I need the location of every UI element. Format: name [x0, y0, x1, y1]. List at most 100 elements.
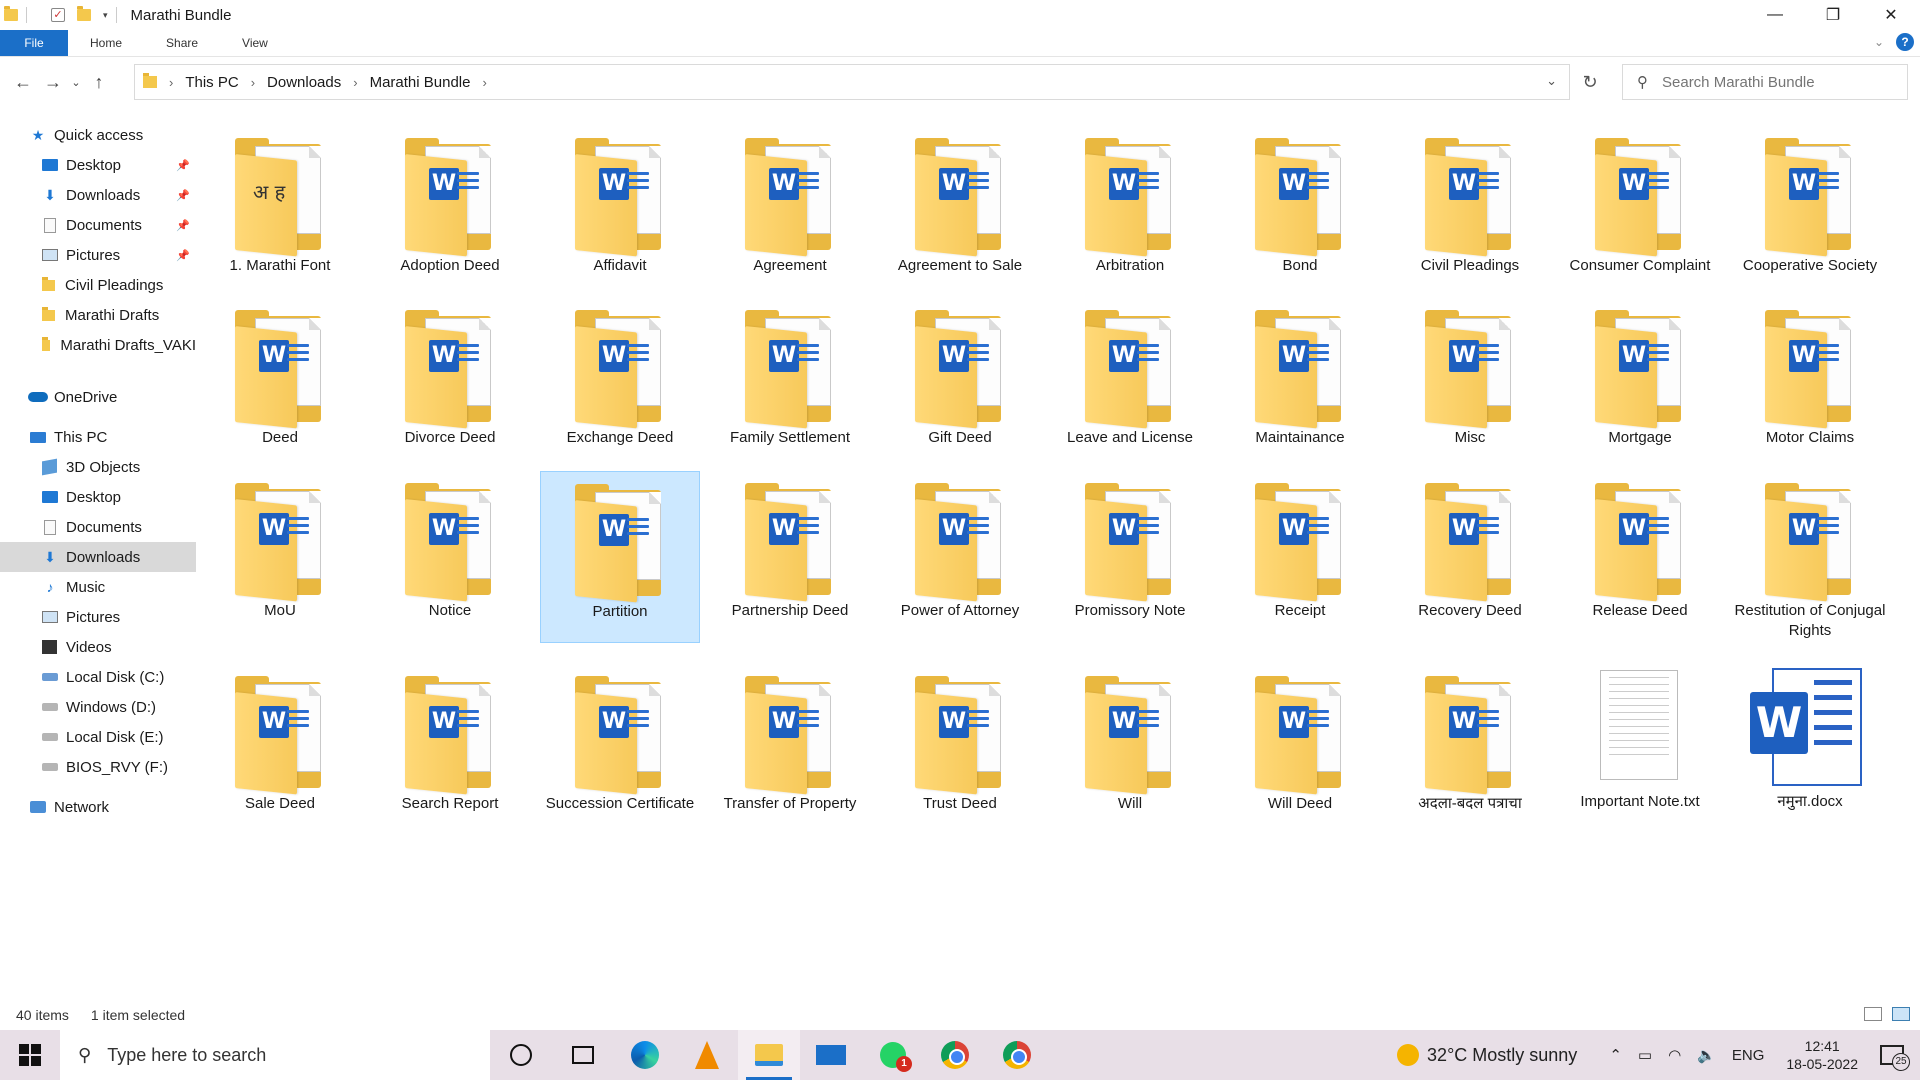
file-item-motor-claims[interactable]: W Motor Claims	[1730, 304, 1890, 448]
sidebar-item-videos[interactable]: Videos	[0, 632, 196, 662]
file-item-civil-pleadings[interactable]: W Civil Pleadings	[1390, 132, 1550, 276]
taskbar-app-edge[interactable]	[614, 1030, 676, 1080]
taskbar-app-mail[interactable]	[800, 1030, 862, 1080]
sidebar-item-onedrive[interactable]: OneDrive	[0, 382, 196, 412]
language-indicator[interactable]: ENG	[1732, 1047, 1765, 1064]
notification-icon[interactable]: 25	[1880, 1045, 1910, 1071]
volume-icon[interactable]: 🔈	[1697, 1046, 1716, 1064]
new-folder-icon[interactable]	[77, 6, 91, 21]
back-icon[interactable]: ←	[8, 67, 38, 97]
file-item-promissory-note[interactable]: W Promissory Note	[1050, 477, 1210, 621]
forward-icon[interactable]: →	[38, 67, 68, 97]
start-button[interactable]	[0, 1030, 60, 1080]
large-icons-view-icon[interactable]	[1892, 1007, 1910, 1021]
chevron-right-icon[interactable]: ›	[251, 75, 255, 90]
file-item-cooperative-society[interactable]: W Cooperative Society	[1730, 132, 1890, 276]
file-item-transfer-of-property[interactable]: W Transfer of Property	[710, 670, 870, 814]
help-icon[interactable]: ?	[1896, 33, 1914, 51]
file-item-affidavit[interactable]: W Affidavit	[540, 132, 700, 276]
tab-home[interactable]: Home	[68, 30, 144, 56]
weather-text[interactable]: 32°C Mostly sunny	[1427, 1045, 1577, 1066]
file-item-deed[interactable]: W Deed	[200, 304, 360, 448]
file-item-exchange-deed[interactable]: W Exchange Deed	[540, 304, 700, 448]
file-item-agreement-to-sale[interactable]: W Agreement to Sale	[880, 132, 1040, 276]
file-item-partnership-deed[interactable]: W Partnership Deed	[710, 477, 870, 621]
file-item-notice[interactable]: W Notice	[370, 477, 530, 621]
file-item-mou[interactable]: W MoU	[200, 477, 360, 621]
file-item-will[interactable]: W Will	[1050, 670, 1210, 814]
file-item-succession-certificate[interactable]: W Succession Certificate	[540, 670, 700, 814]
file-item-docx[interactable]: W नमुना.docx	[1730, 668, 1890, 812]
file-item-leave-and-license[interactable]: W Leave and License	[1050, 304, 1210, 448]
file-item-important-note-txt[interactable]: Important Note.txt	[1560, 670, 1720, 812]
sidebar-item-marathi-drafts[interactable]: Marathi Drafts	[0, 300, 196, 330]
taskbar-search[interactable]: ⚲ Type here to search	[60, 1030, 490, 1080]
file-item-consumer-complaint[interactable]: W Consumer Complaint	[1560, 132, 1720, 276]
close-button[interactable]: ✕	[1862, 0, 1920, 30]
tab-file[interactable]: File	[0, 30, 68, 56]
breadcrumb-this-pc[interactable]: This PC	[185, 74, 238, 91]
properties-icon[interactable]: ✓	[51, 8, 65, 22]
sidebar-item-pictures-pc[interactable]: Pictures	[0, 602, 196, 632]
sidebar-item-desktop-pc[interactable]: Desktop	[0, 482, 196, 512]
address-bar[interactable]: › This PC › Downloads › Marathi Bundle ›…	[134, 64, 1570, 100]
sidebar-item-music[interactable]: ♪ Music	[0, 572, 196, 602]
details-view-icon[interactable]	[1864, 1007, 1882, 1021]
maximize-button[interactable]: ❐	[1804, 0, 1862, 30]
file-item-bond[interactable]: W Bond	[1220, 132, 1380, 276]
file-item-recovery-deed[interactable]: W Recovery Deed	[1390, 477, 1550, 621]
sidebar-item-network[interactable]: Network	[0, 792, 196, 822]
chevron-up-icon[interactable]: ⌃	[1609, 1046, 1622, 1064]
file-item-agreement[interactable]: W Agreement	[710, 132, 870, 276]
task-view-button[interactable]	[552, 1030, 614, 1080]
file-item-release-deed[interactable]: W Release Deed	[1560, 477, 1720, 621]
chevron-right-icon[interactable]: ›	[483, 75, 487, 90]
sidebar-item-quick-access[interactable]: ★ Quick access	[0, 120, 196, 150]
tab-share[interactable]: Share	[144, 30, 220, 56]
file-item-mortgage[interactable]: W Mortgage	[1560, 304, 1720, 448]
taskbar-app-chrome-profile[interactable]	[986, 1030, 1048, 1080]
file-item-1-marathi-font[interactable]: अ ह 1. Marathi Font	[200, 132, 360, 276]
file-item-gift-deed[interactable]: W Gift Deed	[880, 304, 1040, 448]
chevron-down-icon[interactable]: ⌄	[1546, 73, 1557, 89]
wifi-icon[interactable]: ◠	[1668, 1046, 1681, 1064]
sidebar-item-documents-pc[interactable]: Documents	[0, 512, 196, 542]
file-item-maintainance[interactable]: W Maintainance	[1220, 304, 1380, 448]
file-item-divorce-deed[interactable]: W Divorce Deed	[370, 304, 530, 448]
file-item-power-of-attorney[interactable]: W Power of Attorney	[880, 477, 1040, 621]
sidebar-item-pictures[interactable]: Pictures 📌	[0, 240, 196, 270]
search-box[interactable]: ⚲	[1622, 64, 1908, 100]
file-item-partition[interactable]: W Partition	[540, 471, 700, 643]
file-item-search-report[interactable]: W Search Report	[370, 670, 530, 814]
file-item-arbitration[interactable]: W Arbitration	[1050, 132, 1210, 276]
customize-toolbar-icon[interactable]: ▾	[103, 10, 108, 21]
taskbar-app-whatsapp[interactable]: 1	[862, 1030, 924, 1080]
taskbar-app-vlc[interactable]	[676, 1030, 738, 1080]
file-item-receipt[interactable]: W Receipt	[1220, 477, 1380, 621]
expand-ribbon-icon[interactable]: ⌄	[1874, 35, 1884, 49]
up-icon[interactable]: ↑	[84, 67, 114, 97]
battery-icon[interactable]: ▭	[1638, 1046, 1652, 1064]
minimize-button[interactable]: —	[1746, 0, 1804, 30]
sidebar-item-this-pc[interactable]: This PC	[0, 422, 196, 452]
chevron-right-icon[interactable]: ›	[169, 75, 173, 90]
refresh-icon[interactable]: ↻	[1572, 64, 1608, 100]
sidebar-item-documents[interactable]: Documents 📌	[0, 210, 196, 240]
file-item-will-deed[interactable]: W Will Deed	[1220, 670, 1380, 814]
sidebar-item-local-disk-e[interactable]: Local Disk (E:)	[0, 722, 196, 752]
breadcrumb-downloads[interactable]: Downloads	[267, 74, 341, 91]
tab-view[interactable]: View	[220, 30, 290, 56]
cortana-button[interactable]	[490, 1030, 552, 1080]
sidebar-item-marathi-drafts-vaki[interactable]: Marathi Drafts_VAKI	[0, 330, 196, 360]
sidebar-item-civil-pleadings[interactable]: Civil Pleadings	[0, 270, 196, 300]
sidebar-item-downloads[interactable]: ⬇ Downloads 📌	[0, 180, 196, 210]
file-item-family-settlement[interactable]: W Family Settlement	[710, 304, 870, 448]
chevron-right-icon[interactable]: ›	[353, 75, 357, 90]
sidebar-item-bios-rvy-f[interactable]: BIOS_RVY (F:)	[0, 752, 196, 782]
sidebar-item-windows-d[interactable]: Windows (D:)	[0, 692, 196, 722]
file-item-sale-deed[interactable]: W Sale Deed	[200, 670, 360, 814]
file-item-adoption-deed[interactable]: W Adoption Deed	[370, 132, 530, 276]
file-item-restitution-of-conjugal-rights[interactable]: W Restitution of Conjugal Rights	[1730, 477, 1890, 641]
taskbar-app-file-explorer[interactable]	[738, 1030, 800, 1080]
recent-locations-icon[interactable]: ⌄	[68, 67, 84, 97]
